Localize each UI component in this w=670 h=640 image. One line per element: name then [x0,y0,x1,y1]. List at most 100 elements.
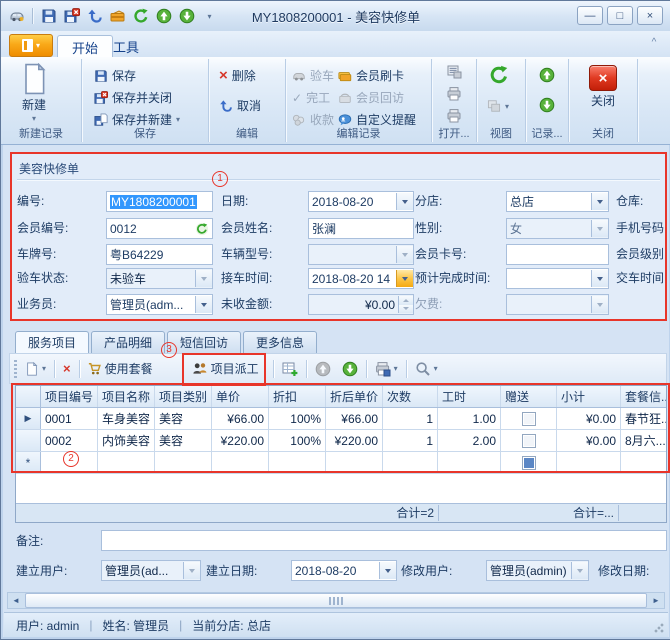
col-item-category[interactable]: 项目类别 [155,386,212,407]
delete-row-button[interactable]: × [60,361,74,377]
cell-discount[interactable]: 100% [269,408,326,429]
close-window-button[interactable]: × [637,6,663,25]
tab-product-details[interactable]: 产品明细 [91,331,165,354]
close-form-button[interactable]: × 关闭 [589,65,617,109]
branch-field[interactable]: 总店 [506,191,609,212]
cell-times[interactable]: 1 [383,408,438,429]
cell-package[interactable]: 春节狂... [621,408,667,429]
scroll-right-icon[interactable]: ► [648,593,664,608]
cell-code[interactable]: 0002 [41,430,98,451]
print-preview-button[interactable] [446,108,462,124]
next-record-button[interactable] [539,97,555,113]
new-row[interactable]: * [16,452,666,474]
move-up-button[interactable] [312,359,334,379]
plate-field[interactable]: 粤B64229 [106,244,213,265]
member-card-icon[interactable] [108,7,127,26]
model-field[interactable] [308,244,414,265]
member-visit-button[interactable]: 会员回访 [338,89,404,106]
scroll-left-icon[interactable]: ◄ [8,593,24,608]
grid-settings-button[interactable] [279,359,301,379]
date-field[interactable]: 2018-08-20 [308,191,414,212]
member-refresh-icon[interactable] [195,222,209,236]
receive-time-field[interactable]: 2018-08-20 14 [308,268,414,289]
undo-icon[interactable] [85,7,104,26]
cell-disc-price[interactable] [326,452,383,473]
cell-discount[interactable]: 100% [269,430,326,451]
salesman-field[interactable]: 管理员(adm... [106,294,213,315]
cell-package[interactable]: 8月六... [621,430,667,451]
created-by-field[interactable]: 管理员(ad... [101,560,201,581]
cell-category[interactable]: 美容 [155,430,212,451]
col-discounted-price[interactable]: 折后单价 [326,386,383,407]
cell-subtotal[interactable]: ¥0.00 [557,408,621,429]
gift-checkbox[interactable] [522,456,536,470]
cell-category[interactable] [155,452,212,473]
table-row[interactable]: ▶ 0001 车身美容 美容 ¥66.00 100% ¥66.00 1 1.00… [16,408,666,430]
col-hours[interactable]: 工时 [438,386,501,407]
resize-grip[interactable] [654,623,664,633]
search-grid-button[interactable]: ▾ [412,359,441,379]
add-row-button[interactable]: ▾ [22,360,49,378]
receive-time-dropdown-button[interactable] [396,270,413,287]
gender-field[interactable]: 女 [506,218,609,239]
save-and-close-button[interactable]: 保存并关闭 [94,89,172,106]
remarks-field[interactable] [101,530,667,551]
maximize-button[interactable]: □ [607,6,633,25]
est-finish-field[interactable] [506,268,609,289]
cell-price[interactable]: ¥66.00 [212,408,269,429]
date-dropdown-button[interactable] [396,193,413,210]
cell-disc-price[interactable]: ¥66.00 [326,408,383,429]
cell-name[interactable]: 内饰美容 [98,430,155,451]
app-car-icon[interactable] [7,7,26,26]
cell-hours[interactable]: 1.00 [438,408,501,429]
created-date-dropdown-button[interactable] [379,562,396,579]
print-grid-button[interactable]: ▾ [372,359,401,379]
created-date-field[interactable]: 2018-08-20 [291,560,397,581]
col-gift[interactable]: 赠送 [501,386,557,407]
gift-checkbox[interactable] [522,412,536,426]
branch-dropdown-button[interactable] [591,193,608,210]
horizontal-scrollbar[interactable]: ◄ ► [7,592,665,609]
cell-times[interactable]: 1 [383,430,438,451]
save-icon[interactable] [39,7,58,26]
finish-button[interactable]: ✓ 完工 [292,89,330,106]
delete-button[interactable]: × 删除 [219,67,256,84]
inspect-status-field[interactable]: 未验车 [106,268,213,289]
scrollbar-thumb[interactable] [25,593,647,608]
cell-price[interactable] [212,452,269,473]
cell-hours[interactable]: 2.00 [438,430,501,451]
use-package-button[interactable]: 使用套餐 [85,358,156,379]
cell-name[interactable] [98,452,155,473]
cell-package[interactable] [621,452,667,473]
unpaid-field[interactable]: ¥0.00 [308,294,414,315]
minimize-button[interactable]: — [577,6,603,25]
col-times[interactable]: 次数 [383,386,438,407]
cell-times[interactable] [383,452,438,473]
cell-gift[interactable] [501,408,557,429]
next-record-icon[interactable] [177,7,196,26]
col-item-name[interactable]: 项目名称 [98,386,155,407]
qat-more-icon[interactable]: ▾ [200,7,219,26]
cell-subtotal[interactable] [557,452,621,473]
member-swipe-button[interactable]: 会员刷卡 [338,67,404,84]
member-no-field[interactable]: 0012 [106,218,213,239]
save-button[interactable]: 保存 [94,67,136,84]
cell-code[interactable] [41,452,98,473]
cell-category[interactable]: 美容 [155,408,212,429]
move-down-button[interactable] [339,359,361,379]
refresh-icon[interactable] [131,7,150,26]
save-close-icon[interactable] [62,7,81,26]
cell-gift[interactable] [501,430,557,451]
tab-sms-visit[interactable]: 短信回访 [167,331,241,354]
previous-record-icon[interactable] [154,7,173,26]
open-report-button[interactable] [446,64,462,80]
cell-subtotal[interactable]: ¥0.00 [557,430,621,451]
print-button[interactable] [446,86,462,102]
refresh-view-button[interactable] [489,65,509,85]
cell-gift[interactable] [501,452,557,473]
tab-more-info[interactable]: 更多信息 [243,331,317,354]
dispatch-button[interactable]: 项目派工 [189,358,262,379]
cancel-button[interactable]: 取消 [219,97,261,114]
arrears-field[interactable] [506,294,609,315]
cell-discount[interactable] [269,452,326,473]
